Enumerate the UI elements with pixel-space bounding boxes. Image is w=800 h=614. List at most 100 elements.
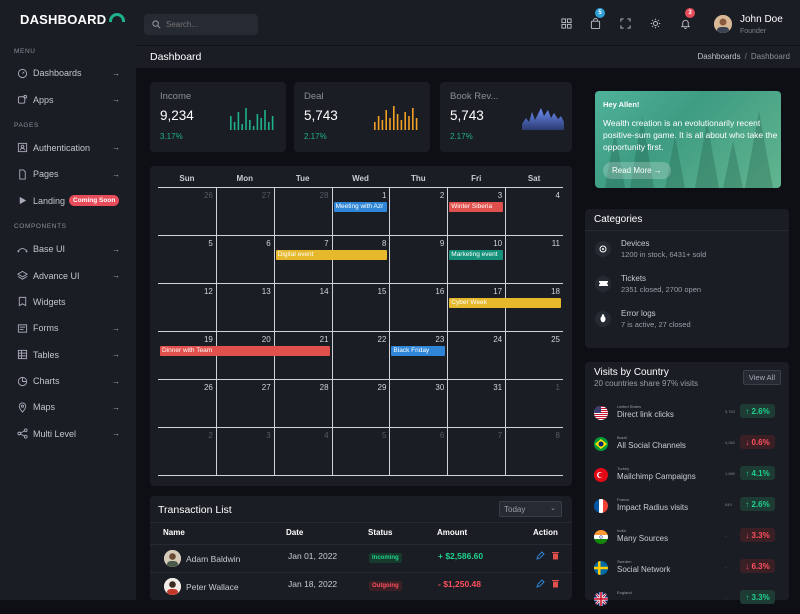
transaction-amount: - $1,250.48: [438, 579, 482, 589]
calendar-day[interactable]: 7: [447, 428, 505, 475]
sidebar-item-apps[interactable]: Apps →: [0, 86, 136, 112]
calendar-day[interactable]: 26: [158, 188, 216, 235]
calendar-day[interactable]: 2: [158, 428, 216, 475]
calendar-day[interactable]: 25: [505, 332, 563, 379]
view-all-button[interactable]: View All: [742, 370, 781, 385]
layers-icon: [17, 270, 28, 281]
sidebar-item-authentication[interactable]: Authentication →: [0, 135, 136, 161]
sidebar-item-widgets[interactable]: Widgets: [0, 289, 136, 315]
day-number: 8: [555, 431, 560, 440]
category-item[interactable]: Error logs 7 is active, 27 closed: [585, 301, 789, 336]
calendar-day[interactable]: 9: [389, 236, 447, 283]
calendar-day[interactable]: 27: [215, 188, 274, 235]
delete-icon[interactable]: [551, 551, 560, 560]
calendar-day[interactable]: 16: [389, 284, 447, 331]
notifications-button[interactable]: 3: [679, 8, 695, 29]
user-photo: [714, 15, 732, 33]
category-item[interactable]: Devices 1200 in stock, 6431+ sold: [585, 231, 789, 266]
day-number: 19: [203, 335, 213, 344]
sidebar-item-multi-level[interactable]: Multi Level →: [0, 421, 136, 447]
sidebar-item-label: Maps: [33, 402, 56, 413]
day-number: 18: [551, 287, 560, 296]
stat-card-0[interactable]: Income 9,234 3.17%: [150, 82, 286, 152]
sidebar-item-forms[interactable]: Forms →: [0, 315, 136, 341]
stat-card-1[interactable]: Deal 5,743 2.17%: [294, 82, 430, 152]
read-more-button[interactable]: Read More →: [603, 162, 671, 179]
edit-icon[interactable]: [536, 579, 545, 588]
calendar-day[interactable]: 24: [447, 332, 505, 379]
calendar-day[interactable]: 27: [215, 380, 274, 427]
bar-sparkline: [374, 106, 418, 130]
fullscreen-button[interactable]: [619, 17, 631, 29]
user-avatar[interactable]: [714, 15, 732, 33]
calendar-event[interactable]: Dinner with Team: [160, 346, 330, 356]
calendar-day[interactable]: 5: [158, 236, 216, 283]
calendar-day[interactable]: 6: [389, 428, 447, 475]
calendar-day[interactable]: 12: [158, 284, 216, 331]
delete-icon[interactable]: [551, 579, 560, 588]
breadcrumb-current: Dashboard: [750, 52, 790, 61]
calendar-day[interactable]: 29: [331, 380, 390, 427]
calendar-day[interactable]: 28: [273, 188, 332, 235]
calendar-day[interactable]: 1: [505, 380, 563, 427]
breadcrumb-link[interactable]: Dashboards: [697, 52, 740, 61]
calendar-day[interactable]: 8: [505, 428, 563, 475]
table-row[interactable]: Peter Wallace Jan 18, 2022 Outgoing - $1,25…: [150, 572, 572, 600]
apps-grid-button[interactable]: [560, 17, 572, 29]
sidebar-item-tables[interactable]: Tables →: [0, 342, 136, 368]
calendar-day[interactable]: 4: [273, 428, 332, 475]
country-visit-row[interactable]: Turkey Mailchimp Campaigns 1,680 ↑ 4.1%: [585, 459, 789, 490]
calendar-event[interactable]: Meeting with Azr: [333, 202, 388, 212]
calendar-day[interactable]: 26: [158, 380, 216, 427]
country-visit-row[interactable]: India Many Sources - ↓ 3.3%: [585, 521, 789, 552]
theme-toggle-button[interactable]: [649, 17, 661, 29]
user-name[interactable]: John Doe: [740, 14, 783, 25]
app-logo[interactable]: DASHBOARD: [0, 0, 136, 38]
calendar-day[interactable]: 4: [505, 188, 563, 235]
calendar-day[interactable]: 2: [389, 188, 447, 235]
cart-button[interactable]: 5: [589, 8, 605, 29]
sidebar-item-maps[interactable]: Maps →: [0, 394, 136, 420]
calendar-day[interactable]: 22: [331, 332, 390, 379]
sidebar-item-dashboards[interactable]: Dashboards →: [0, 60, 136, 86]
table-row[interactable]: Adam Baldwin Jan 01, 2022 Incoming + $2,586…: [150, 544, 572, 572]
traffic-channel: Impact Radius visits: [617, 503, 689, 512]
calendar-event[interactable]: Winter Siberia: [449, 202, 504, 212]
edit-icon[interactable]: [536, 551, 545, 560]
calendar-day[interactable]: 13: [215, 284, 274, 331]
flag-icon: [594, 592, 608, 606]
calendar-event[interactable]: Marketing event: [449, 250, 504, 260]
calendar-day[interactable]: 6: [215, 236, 274, 283]
country-visit-row[interactable]: France Impact Radius visits 849 ↑ 2.6%: [585, 490, 789, 521]
calendar-event[interactable]: Cyber Week: [449, 298, 561, 308]
search-box[interactable]: [144, 14, 258, 35]
calendar-event[interactable]: Digital event: [275, 250, 388, 260]
sidebar-item-charts[interactable]: Charts →: [0, 368, 136, 394]
transaction-amount: + $2,586.60: [438, 551, 484, 561]
day-number: 13: [261, 287, 271, 296]
country-visit-row[interactable]: Brazil All Social Channels 4,062 ↓ 0.6%: [585, 428, 789, 459]
calendar-day[interactable]: 14: [273, 284, 332, 331]
sidebar-item-landing[interactable]: Landing Coming Soon: [0, 188, 136, 214]
calendar-week: 2 3 4 5 6 7 8: [158, 428, 563, 476]
stat-card-2[interactable]: Book Rev... 5,743 2.17%: [440, 82, 572, 152]
calendar-day[interactable]: 30: [389, 380, 447, 427]
calendar-day[interactable]: 15: [331, 284, 390, 331]
calendar-day[interactable]: 11: [505, 236, 563, 283]
category-item[interactable]: Tickets 2351 closed, 2700 open: [585, 266, 789, 301]
calendar-day[interactable]: 5: [331, 428, 390, 475]
country-visit-row[interactable]: Sweden Social Network - ↓ 6.3%: [585, 552, 789, 583]
country-visit-row[interactable]: England - ↑ 3.3%: [585, 583, 789, 614]
ticket-icon: [595, 275, 611, 292]
calendar-day[interactable]: 28: [273, 380, 332, 427]
calendar-day[interactable]: 3: [215, 428, 274, 475]
calendar-event[interactable]: Black Friday: [391, 346, 446, 356]
country-visit-row[interactable]: United States Direct link clicks 9,763 ↑ 2.…: [585, 397, 789, 428]
calendar-day[interactable]: 31: [447, 380, 505, 427]
sidebar-item-base-ui[interactable]: Base UI →: [0, 236, 136, 262]
sidebar-item-advance-ui[interactable]: Advance UI →: [0, 262, 136, 288]
visit-change-badge: ↑ 2.6%: [740, 404, 775, 418]
sidebar-item-pages[interactable]: Pages →: [0, 161, 136, 187]
period-select[interactable]: Today ⌄: [499, 501, 562, 517]
search-input[interactable]: [166, 20, 251, 29]
